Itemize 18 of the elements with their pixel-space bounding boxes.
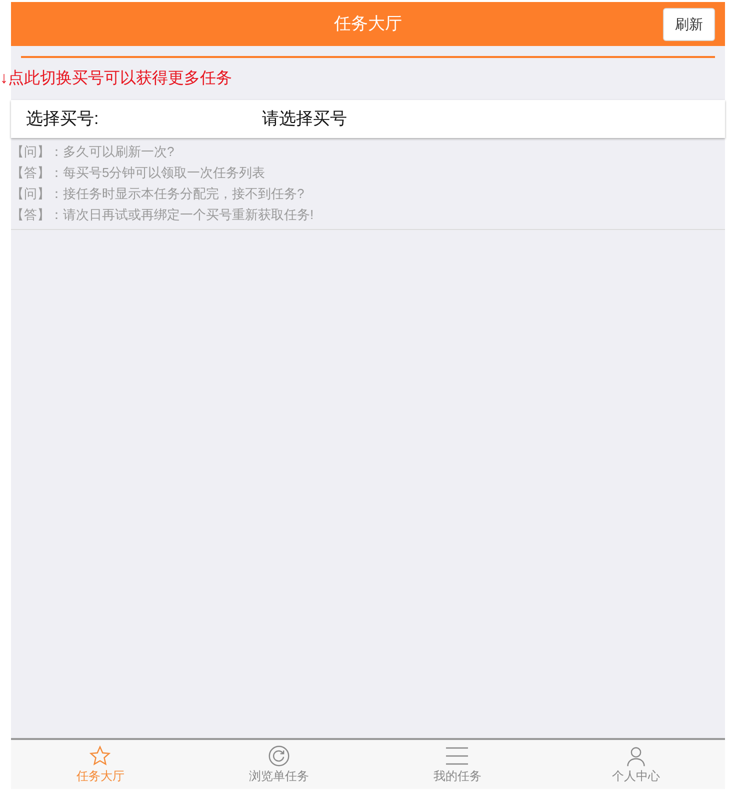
refresh-button[interactable]: 刷新 [663,8,715,41]
star-icon [89,745,112,767]
tab-item[interactable]: 任务大厅 [11,740,190,789]
menu-icon [445,745,470,767]
tab-item[interactable]: 我的任务 [368,740,546,789]
switch-account-hint[interactable]: ↓点此切换买号可以获得更多任务 [0,69,725,89]
page-title: 任务大厅 [334,13,402,36]
account-label: 选择买号: [26,108,100,130]
faq-line: 【问】：多久可以刷新一次? [11,143,176,161]
faq-line: 【答】：请次日再试或再绑定一个买号重新获取任务! [11,206,315,224]
user-icon [624,745,647,767]
account-placeholder: 请选择买号 [262,108,347,130]
refresh-icon [268,745,290,767]
tab-item[interactable]: 个人中心 [546,740,725,789]
tab-item[interactable]: 浏览单任务 [190,740,368,789]
faq-line: 【问】：接任务时显示本任务分配完，接不到任务? [11,185,306,203]
faq-line: 【答】：每买号5分钟可以领取一次任务列表 [11,164,266,182]
account-select[interactable]: 选择买号: 请选择买号 [11,100,725,138]
